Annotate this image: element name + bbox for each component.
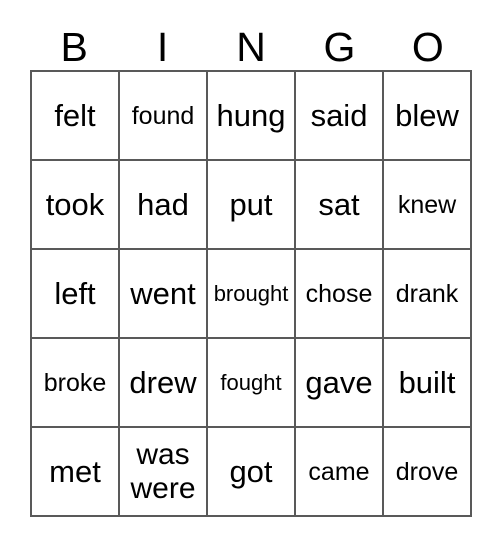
bingo-header-letter-b: B <box>60 24 88 70</box>
bingo-cell-word: gave <box>305 365 373 400</box>
bingo-row: took had put sat knew <box>32 161 472 250</box>
bingo-cell-word: left <box>54 276 96 311</box>
bingo-cell[interactable]: felt <box>32 72 120 161</box>
bingo-cell[interactable]: left <box>32 250 120 339</box>
bingo-cell-word: met <box>49 454 101 489</box>
bingo-row: broke drew fought gave built <box>32 339 472 428</box>
bingo-cell[interactable]: chose <box>296 250 384 339</box>
bingo-cell-word: sat <box>318 187 360 222</box>
bingo-grid: felt found hung said blew took had put s… <box>30 70 472 517</box>
bingo-header-letter-n: N <box>236 24 266 70</box>
bingo-cell-word: blew <box>395 98 459 133</box>
bingo-cell-word: came <box>308 457 370 486</box>
bingo-cell-word: was were <box>130 437 196 505</box>
bingo-cell[interactable]: found <box>120 72 208 161</box>
bingo-cell[interactable]: got <box>208 428 296 517</box>
bingo-cell[interactable]: knew <box>384 161 472 250</box>
bingo-header-letter-o: O <box>411 24 444 70</box>
bingo-cell[interactable]: brought <box>208 250 296 339</box>
bingo-cell[interactable]: was were <box>120 428 208 517</box>
bingo-header-letter-g: G <box>323 24 356 70</box>
bingo-cell[interactable]: built <box>384 339 472 428</box>
bingo-cell-word: had <box>137 187 189 222</box>
bingo-cell[interactable]: came <box>296 428 384 517</box>
bingo-cell[interactable]: had <box>120 161 208 250</box>
bingo-cell-word: went <box>130 276 196 311</box>
bingo-cell[interactable]: put <box>208 161 296 250</box>
bingo-cell-word: fought <box>220 370 282 395</box>
bingo-cell-word: brought <box>213 281 289 306</box>
bingo-cell[interactable]: hung <box>208 72 296 161</box>
bingo-cell-word: broke <box>43 368 107 397</box>
bingo-cell[interactable]: met <box>32 428 120 517</box>
bingo-cell[interactable]: drank <box>384 250 472 339</box>
bingo-cell-word: hung <box>216 98 286 133</box>
bingo-header-row: B I N G O <box>30 22 472 68</box>
bingo-cell-word: drank <box>395 279 459 308</box>
bingo-cell-word: took <box>45 187 105 222</box>
bingo-cell-word: built <box>398 365 456 400</box>
bingo-cell[interactable]: gave <box>296 339 384 428</box>
bingo-cell[interactable]: sat <box>296 161 384 250</box>
bingo-cell[interactable]: fought <box>208 339 296 428</box>
bingo-cell-word: drew <box>129 365 197 400</box>
bingo-card: B I N G O felt found hung said blew took… <box>0 0 500 544</box>
bingo-cell-word: knew <box>397 190 457 219</box>
bingo-cell[interactable]: drove <box>384 428 472 517</box>
bingo-cell[interactable]: said <box>296 72 384 161</box>
bingo-row: left went brought chose drank <box>32 250 472 339</box>
bingo-cell[interactable]: broke <box>32 339 120 428</box>
bingo-cell-word: felt <box>54 98 96 133</box>
bingo-cell-word: chose <box>305 279 373 308</box>
bingo-cell[interactable]: blew <box>384 72 472 161</box>
bingo-cell[interactable]: took <box>32 161 120 250</box>
bingo-row: met was were got came drove <box>32 428 472 517</box>
bingo-cell-word: put <box>229 187 273 222</box>
bingo-header-letter-i: I <box>156 24 169 70</box>
bingo-cell[interactable]: went <box>120 250 208 339</box>
bingo-cell-word: said <box>310 98 368 133</box>
bingo-cell-word: drove <box>395 457 459 486</box>
bingo-cell-word: got <box>229 454 273 489</box>
bingo-cell[interactable]: drew <box>120 339 208 428</box>
bingo-row: felt found hung said blew <box>32 72 472 161</box>
bingo-cell-word: found <box>131 101 195 130</box>
